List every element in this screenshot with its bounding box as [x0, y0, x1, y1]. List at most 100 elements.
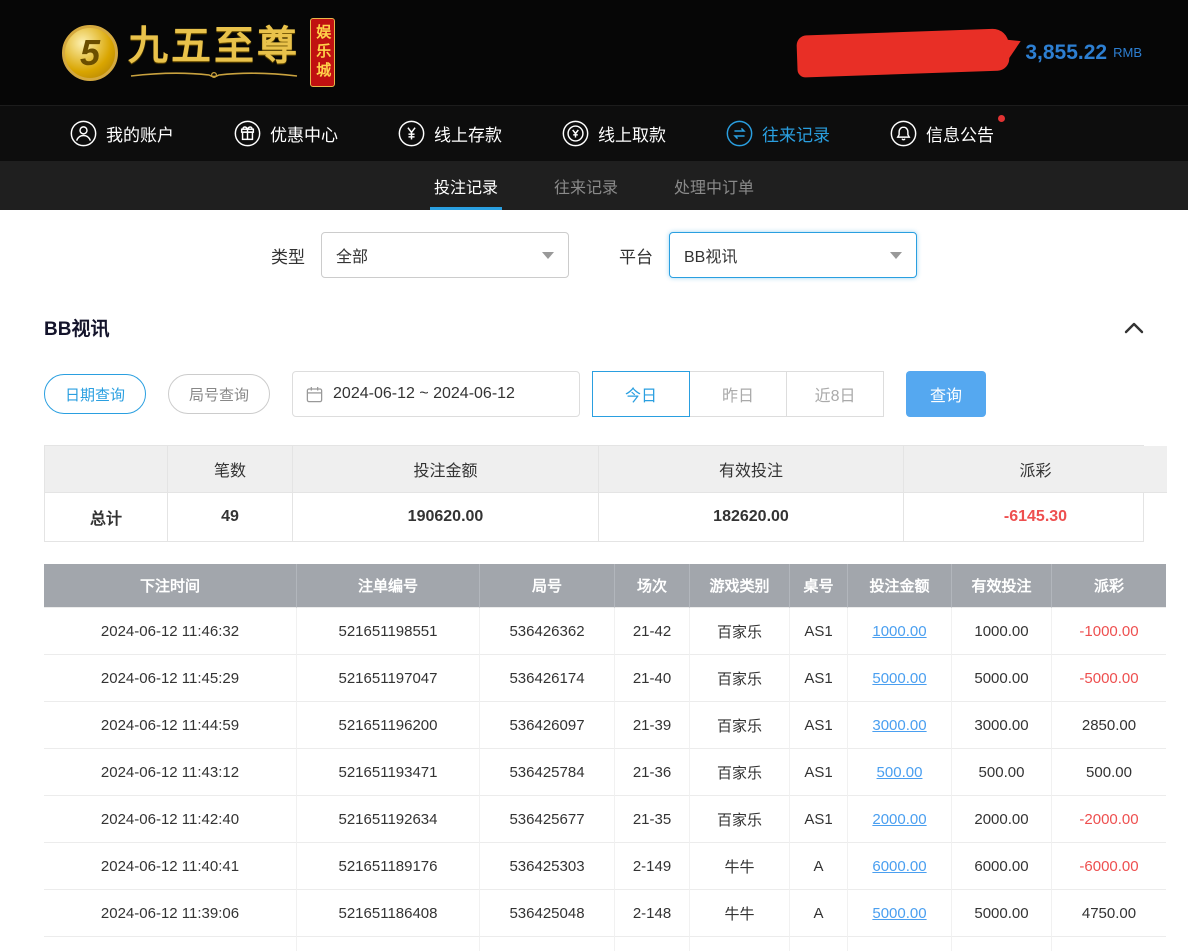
type-select[interactable]: 全部 — [321, 232, 569, 278]
brand-logo[interactable]: 5 九五至尊 娱乐城 — [62, 18, 335, 87]
payout-cell: 2850.00 — [1052, 702, 1166, 749]
platform-select[interactable]: BB视讯 — [669, 232, 917, 278]
table-cell: 5000.00 — [952, 655, 1052, 702]
nav-item-label: 我的账户 — [106, 121, 174, 146]
date-range-value: 2024-06-12 ~ 2024-06-12 — [333, 385, 515, 403]
summary-valid-bet: 182620.00 — [599, 493, 904, 541]
platform-filter-label: 平台 — [619, 243, 653, 268]
table-cell: 2024-06-12 11:46:32 — [44, 608, 297, 655]
table-cell: AS1 — [790, 608, 848, 655]
table-cell: 521651192634 — [297, 796, 480, 843]
summary-payout: -6145.30 — [904, 493, 1167, 541]
table-cell: 521651196200 — [297, 702, 480, 749]
table-header-cell: 桌号 — [790, 564, 848, 608]
table-cell: 6000.00 — [952, 843, 1052, 890]
table-cell: 2000.00 — [952, 796, 1052, 843]
table-cell: 2-147 — [615, 937, 690, 951]
table-cell: 536425784 — [480, 749, 615, 796]
quick-range-group: 今日 昨日 近8日 — [592, 371, 884, 417]
table-cell: 536425048 — [480, 890, 615, 937]
bell-icon — [890, 120, 917, 147]
table-row: 2024-06-12 11:46:32521651198551536426362… — [44, 608, 1144, 655]
subnav-tab-1[interactable]: 往来记录 — [526, 161, 646, 210]
brand-symbol: 5 — [80, 32, 100, 74]
table-header-cell: 场次 — [615, 564, 690, 608]
query-row: 日期查询 局号查询 2024-06-12 ~ 2024-06-12 今日 昨日 … — [44, 371, 1144, 417]
subnav-tab-0[interactable]: 投注记录 — [406, 161, 526, 210]
subnav-tab-2[interactable]: 处理中订单 — [646, 161, 782, 210]
records-icon — [726, 120, 753, 147]
table-header-row: 下注时间注单编号局号场次游戏类别桌号投注金额有效投注派彩 — [44, 564, 1144, 608]
section-header: BB视讯 — [44, 314, 1144, 341]
table-cell: 2024-06-12 11:40:41 — [44, 843, 297, 890]
bet-amount-link[interactable]: 1000.00 — [848, 608, 952, 655]
bet-amount-link[interactable]: 5000.00 — [848, 655, 952, 702]
table-cell: 5000.00 — [952, 890, 1052, 937]
brand-name: 九五至尊 — [128, 26, 300, 66]
brand-text-wrap: 九五至尊 — [128, 26, 300, 80]
nav-item-withdraw[interactable]: 线上取款 — [562, 120, 666, 147]
balance-area: 3,855.22 RMB — [797, 32, 1142, 74]
table-cell: 521651183989 — [297, 937, 480, 951]
table-cell: 牛牛 — [690, 890, 790, 937]
bet-amount-link[interactable]: 30.00 — [848, 937, 952, 951]
table-cell: 2-149 — [615, 843, 690, 890]
table-row: 2024-06-12 11:39:06521651186408536425048… — [44, 890, 1144, 937]
chevron-down-icon — [542, 252, 554, 259]
deposit-icon — [398, 120, 425, 147]
table-header-cell: 局号 — [480, 564, 615, 608]
yesterday-button[interactable]: 昨日 — [689, 371, 787, 417]
search-button[interactable]: 查询 — [906, 371, 986, 417]
balance-amount: 3,855.22 — [1025, 41, 1107, 65]
table-cell: 百家乐 — [690, 655, 790, 702]
nav-item-deposit[interactable]: 线上存款 — [398, 120, 502, 147]
bet-amount-link[interactable]: 3000.00 — [848, 702, 952, 749]
today-button[interactable]: 今日 — [592, 371, 690, 417]
table-cell: A — [790, 937, 848, 951]
table-header-cell: 投注金额 — [848, 564, 952, 608]
nav-item-label: 信息公告 — [926, 121, 994, 146]
sub-nav: 投注记录往来记录处理中订单 — [0, 161, 1188, 210]
bet-amount-link[interactable]: 500.00 — [848, 749, 952, 796]
table-header-cell: 下注时间 — [44, 564, 297, 608]
table-cell: 3000.00 — [952, 702, 1052, 749]
nav-item-gift[interactable]: 优惠中心 — [234, 120, 338, 147]
date-query-button[interactable]: 日期查询 — [44, 374, 146, 414]
table-cell: 521651197047 — [297, 655, 480, 702]
bet-amount-link[interactable]: 2000.00 — [848, 796, 952, 843]
summary-total-label: 总计 — [45, 493, 168, 541]
bet-records-table: 下注时间注单编号局号场次游戏类别桌号投注金额有效投注派彩2024-06-12 1… — [44, 564, 1144, 951]
notification-dot — [998, 115, 1005, 122]
summary-header-cell: 派彩 — [904, 446, 1167, 493]
nav-item-records[interactable]: 往来记录 — [726, 120, 830, 147]
top-header: 5 九五至尊 娱乐城 3,855.22 RMB — [0, 0, 1188, 105]
platform-select-value: BB视讯 — [684, 243, 737, 267]
table-row: 2024-06-12 11:45:29521651197047536426174… — [44, 655, 1144, 702]
table-cell: AS1 — [790, 796, 848, 843]
table-cell: 百家乐 — [690, 608, 790, 655]
bet-amount-link[interactable]: 6000.00 — [848, 843, 952, 890]
user-icon — [70, 120, 97, 147]
date-range-input[interactable]: 2024-06-12 ~ 2024-06-12 — [292, 371, 580, 417]
summary-header-cell: 笔数 — [168, 446, 293, 493]
last8days-button[interactable]: 近8日 — [786, 371, 884, 417]
table-header-cell: 有效投注 — [952, 564, 1052, 608]
bet-amount-link[interactable]: 5000.00 — [848, 890, 952, 937]
type-select-value: 全部 — [336, 243, 368, 267]
round-query-button[interactable]: 局号查询 — [168, 374, 270, 414]
payout-cell: -1000.00 — [1052, 608, 1166, 655]
table-cell: 536425677 — [480, 796, 615, 843]
table-cell: 2024-06-12 11:43:12 — [44, 749, 297, 796]
summary-header-row: 笔数 投注金额 有效投注 派彩 — [45, 446, 1143, 493]
table-cell: 21-36 — [615, 749, 690, 796]
nav-item-label: 线上取款 — [598, 121, 666, 146]
table-cell: 牛牛 — [690, 937, 790, 951]
table-row: 2024-06-12 11:44:59521651196200536426097… — [44, 702, 1144, 749]
nav-item-bell[interactable]: 信息公告 — [890, 120, 994, 147]
summary-total-row: 总计 49 190620.00 182620.00 -6145.30 — [45, 493, 1143, 541]
table-cell: 21-35 — [615, 796, 690, 843]
collapse-icon[interactable] — [1124, 321, 1144, 335]
table-cell: 百家乐 — [690, 702, 790, 749]
nav-item-user[interactable]: 我的账户 — [70, 120, 174, 147]
table-cell: 2024-06-12 11:37:43 — [44, 937, 297, 951]
